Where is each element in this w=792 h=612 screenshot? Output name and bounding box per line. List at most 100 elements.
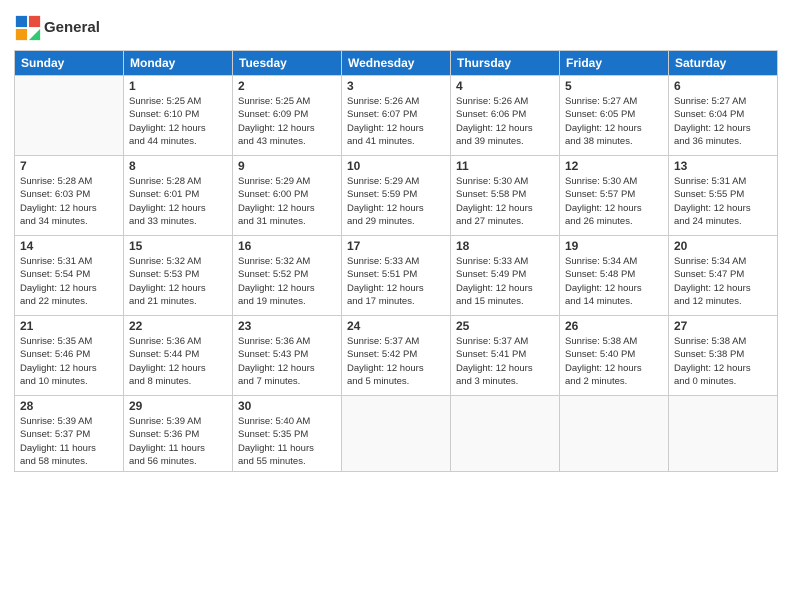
calendar-table: SundayMondayTuesdayWednesdayThursdayFrid… xyxy=(14,50,778,472)
day-info: Sunrise: 5:37 AM Sunset: 5:42 PM Dayligh… xyxy=(347,335,445,388)
day-info: Sunrise: 5:40 AM Sunset: 5:35 PM Dayligh… xyxy=(238,415,336,468)
calendar-week-2: 7 Sunrise: 5:28 AM Sunset: 6:03 PM Daylig… xyxy=(15,156,778,236)
calendar-cell: 1 Sunrise: 5:25 AM Sunset: 6:10 PM Daylig… xyxy=(124,76,233,156)
day-info: Sunrise: 5:32 AM Sunset: 5:53 PM Dayligh… xyxy=(129,255,227,308)
day-number: 2 xyxy=(238,79,336,93)
calendar-cell: 12Sunrise: 5:30 AM Sunset: 5:57 PM Dayli… xyxy=(560,156,669,236)
day-number: 29 xyxy=(129,399,227,413)
day-number: 7 xyxy=(20,159,118,173)
calendar-cell xyxy=(560,396,669,472)
calendar-cell: 13Sunrise: 5:31 AM Sunset: 5:55 PM Dayli… xyxy=(669,156,778,236)
calendar-cell: 3 Sunrise: 5:26 AM Sunset: 6:07 PM Daylig… xyxy=(342,76,451,156)
calendar-cell: 15Sunrise: 5:32 AM Sunset: 5:53 PM Dayli… xyxy=(124,236,233,316)
calendar-cell: 26 Sunrise: 5:38 AM Sunset: 5:40 PM Dayli… xyxy=(560,316,669,396)
calendar-cell: 28 Sunrise: 5:39 AM Sunset: 5:37 PM Dayli… xyxy=(15,396,124,472)
calendar-cell: 5 Sunrise: 5:27 AM Sunset: 6:05 PM Daylig… xyxy=(560,76,669,156)
day-number: 26 xyxy=(565,319,663,333)
day-info: Sunrise: 5:27 AM Sunset: 6:05 PM Dayligh… xyxy=(565,95,663,148)
calendar-cell xyxy=(15,76,124,156)
calendar-cell: 9 Sunrise: 5:29 AM Sunset: 6:00 PM Daylig… xyxy=(233,156,342,236)
calendar-cell: 18 Sunrise: 5:33 AM Sunset: 5:49 PM Dayli… xyxy=(451,236,560,316)
calendar-week-1: 1 Sunrise: 5:25 AM Sunset: 6:10 PM Daylig… xyxy=(15,76,778,156)
day-info: Sunrise: 5:29 AM Sunset: 5:59 PM Dayligh… xyxy=(347,175,445,228)
day-info: Sunrise: 5:34 AM Sunset: 5:48 PM Dayligh… xyxy=(565,255,663,308)
day-number: 10 xyxy=(347,159,445,173)
day-info: Sunrise: 5:39 AM Sunset: 5:37 PM Dayligh… xyxy=(20,415,118,468)
day-info: Sunrise: 5:33 AM Sunset: 5:51 PM Dayligh… xyxy=(347,255,445,308)
day-number: 18 xyxy=(456,239,554,253)
day-number: 17 xyxy=(347,239,445,253)
page: General SundayMondayTuesdayWednesdayThur… xyxy=(0,0,792,612)
calendar-week-3: 14 Sunrise: 5:31 AM Sunset: 5:54 PM Dayli… xyxy=(15,236,778,316)
day-number: 28 xyxy=(20,399,118,413)
calendar-cell: 14 Sunrise: 5:31 AM Sunset: 5:54 PM Dayli… xyxy=(15,236,124,316)
calendar-cell: 29 Sunrise: 5:39 AM Sunset: 5:36 PM Dayli… xyxy=(124,396,233,472)
logo-icon xyxy=(14,14,42,42)
day-number: 30 xyxy=(238,399,336,413)
calendar-cell: 27Sunrise: 5:38 AM Sunset: 5:38 PM Dayli… xyxy=(669,316,778,396)
calendar-cell: 30 Sunrise: 5:40 AM Sunset: 5:35 PM Dayli… xyxy=(233,396,342,472)
day-info: Sunrise: 5:30 AM Sunset: 5:58 PM Dayligh… xyxy=(456,175,554,228)
day-info: Sunrise: 5:26 AM Sunset: 6:06 PM Dayligh… xyxy=(456,95,554,148)
day-number: 3 xyxy=(347,79,445,93)
logo-text: General xyxy=(44,20,100,37)
calendar-cell: 22 Sunrise: 5:36 AM Sunset: 5:44 PM Dayli… xyxy=(124,316,233,396)
calendar-cell: 19Sunrise: 5:34 AM Sunset: 5:48 PM Dayli… xyxy=(560,236,669,316)
calendar-cell: 8 Sunrise: 5:28 AM Sunset: 6:01 PM Daylig… xyxy=(124,156,233,236)
calendar-cell: 23Sunrise: 5:36 AM Sunset: 5:43 PM Dayli… xyxy=(233,316,342,396)
day-info: Sunrise: 5:28 AM Sunset: 6:03 PM Dayligh… xyxy=(20,175,118,228)
calendar-cell: 10 Sunrise: 5:29 AM Sunset: 5:59 PM Dayli… xyxy=(342,156,451,236)
day-number: 6 xyxy=(674,79,772,93)
day-info: Sunrise: 5:36 AM Sunset: 5:43 PM Dayligh… xyxy=(238,335,336,388)
calendar-week-4: 21 Sunrise: 5:35 AM Sunset: 5:46 PM Dayli… xyxy=(15,316,778,396)
day-info: Sunrise: 5:35 AM Sunset: 5:46 PM Dayligh… xyxy=(20,335,118,388)
column-header-tuesday: Tuesday xyxy=(233,51,342,76)
day-info: Sunrise: 5:36 AM Sunset: 5:44 PM Dayligh… xyxy=(129,335,227,388)
day-info: Sunrise: 5:29 AM Sunset: 6:00 PM Dayligh… xyxy=(238,175,336,228)
calendar-header-row: SundayMondayTuesdayWednesdayThursdayFrid… xyxy=(15,51,778,76)
day-info: Sunrise: 5:32 AM Sunset: 5:52 PM Dayligh… xyxy=(238,255,336,308)
day-info: Sunrise: 5:26 AM Sunset: 6:07 PM Dayligh… xyxy=(347,95,445,148)
day-info: Sunrise: 5:39 AM Sunset: 5:36 PM Dayligh… xyxy=(129,415,227,468)
day-number: 5 xyxy=(565,79,663,93)
column-header-saturday: Saturday xyxy=(669,51,778,76)
day-number: 21 xyxy=(20,319,118,333)
column-header-sunday: Sunday xyxy=(15,51,124,76)
calendar-week-5: 28 Sunrise: 5:39 AM Sunset: 5:37 PM Dayli… xyxy=(15,396,778,472)
calendar-cell: 21 Sunrise: 5:35 AM Sunset: 5:46 PM Dayli… xyxy=(15,316,124,396)
day-info: Sunrise: 5:31 AM Sunset: 5:54 PM Dayligh… xyxy=(20,255,118,308)
day-info: Sunrise: 5:37 AM Sunset: 5:41 PM Dayligh… xyxy=(456,335,554,388)
day-info: Sunrise: 5:28 AM Sunset: 6:01 PM Dayligh… xyxy=(129,175,227,228)
day-number: 24 xyxy=(347,319,445,333)
day-number: 20 xyxy=(674,239,772,253)
calendar-cell: 25Sunrise: 5:37 AM Sunset: 5:41 PM Dayli… xyxy=(451,316,560,396)
calendar-body: 1 Sunrise: 5:25 AM Sunset: 6:10 PM Daylig… xyxy=(15,76,778,472)
day-info: Sunrise: 5:38 AM Sunset: 5:38 PM Dayligh… xyxy=(674,335,772,388)
calendar-cell: 16Sunrise: 5:32 AM Sunset: 5:52 PM Dayli… xyxy=(233,236,342,316)
column-header-thursday: Thursday xyxy=(451,51,560,76)
day-info: Sunrise: 5:27 AM Sunset: 6:04 PM Dayligh… xyxy=(674,95,772,148)
calendar-cell: 4 Sunrise: 5:26 AM Sunset: 6:06 PM Daylig… xyxy=(451,76,560,156)
calendar-cell: 2 Sunrise: 5:25 AM Sunset: 6:09 PM Daylig… xyxy=(233,76,342,156)
day-number: 22 xyxy=(129,319,227,333)
day-info: Sunrise: 5:25 AM Sunset: 6:09 PM Dayligh… xyxy=(238,95,336,148)
day-number: 13 xyxy=(674,159,772,173)
column-header-monday: Monday xyxy=(124,51,233,76)
day-info: Sunrise: 5:25 AM Sunset: 6:10 PM Dayligh… xyxy=(129,95,227,148)
day-number: 1 xyxy=(129,79,227,93)
header: General xyxy=(14,10,778,42)
calendar-cell xyxy=(669,396,778,472)
day-info: Sunrise: 5:38 AM Sunset: 5:40 PM Dayligh… xyxy=(565,335,663,388)
calendar-cell: 20Sunrise: 5:34 AM Sunset: 5:47 PM Dayli… xyxy=(669,236,778,316)
calendar-cell: 11Sunrise: 5:30 AM Sunset: 5:58 PM Dayli… xyxy=(451,156,560,236)
column-header-wednesday: Wednesday xyxy=(342,51,451,76)
calendar-cell: 7 Sunrise: 5:28 AM Sunset: 6:03 PM Daylig… xyxy=(15,156,124,236)
day-number: 9 xyxy=(238,159,336,173)
day-number: 14 xyxy=(20,239,118,253)
day-info: Sunrise: 5:33 AM Sunset: 5:49 PM Dayligh… xyxy=(456,255,554,308)
calendar-cell xyxy=(342,396,451,472)
day-number: 4 xyxy=(456,79,554,93)
day-number: 8 xyxy=(129,159,227,173)
calendar-cell: 24 Sunrise: 5:37 AM Sunset: 5:42 PM Dayli… xyxy=(342,316,451,396)
calendar-cell xyxy=(451,396,560,472)
